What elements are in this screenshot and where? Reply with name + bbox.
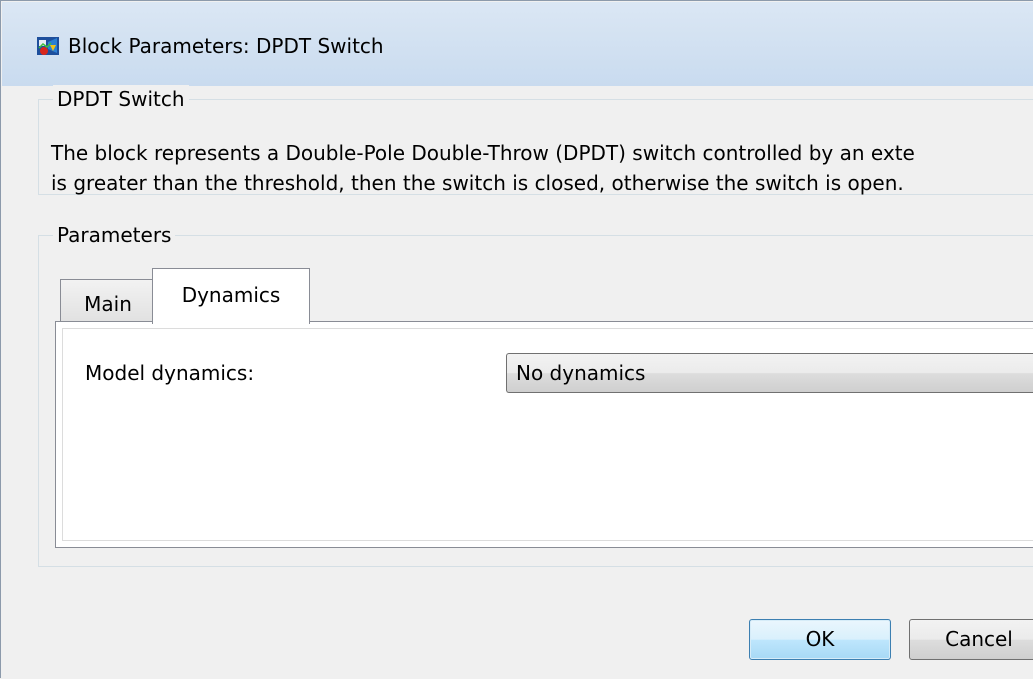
window-title: Block Parameters: DPDT Switch	[68, 34, 384, 58]
description-group: DPDT Switch The block represents a Doubl…	[38, 85, 1033, 198]
tab-panel-dynamics: Model dynamics: No dynamics	[55, 321, 1033, 548]
ok-button[interactable]: OK	[749, 619, 891, 660]
tab-dynamics[interactable]: Dynamics	[152, 268, 310, 324]
simulink-block-icon	[37, 37, 59, 55]
model-dynamics-value: No dynamics	[516, 361, 646, 385]
tab-main[interactable]: Main	[60, 279, 156, 322]
description-line: The block represents a Double-Pole Doubl…	[51, 141, 915, 165]
dialog-body: DPDT Switch The block represents a Doubl…	[21, 85, 1033, 679]
model-dynamics-select[interactable]: No dynamics	[506, 353, 1033, 393]
model-dynamics-label: Model dynamics:	[85, 361, 255, 385]
cancel-button[interactable]: Cancel	[909, 619, 1033, 660]
block-description: The block represents a Double-Pole Doubl…	[51, 138, 1033, 198]
tab-panel-content: Model dynamics: No dynamics	[62, 328, 1033, 541]
description-group-label: DPDT Switch	[53, 85, 189, 113]
parameters-group-label: Parameters	[53, 221, 176, 249]
description-line: is greater than the threshold, then the …	[51, 171, 904, 195]
title-bar[interactable]: Block Parameters: DPDT Switch	[2, 2, 1033, 86]
dialog-window: Block Parameters: DPDT Switch DPDT Switc…	[0, 0, 1033, 679]
